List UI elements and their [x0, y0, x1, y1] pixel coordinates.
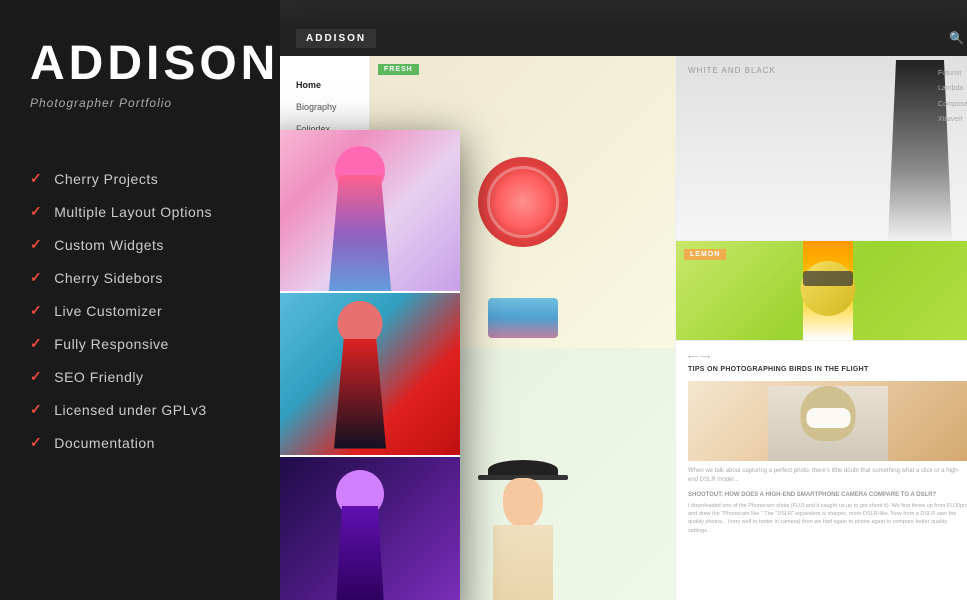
sim-nav-home[interactable]: Home [296, 76, 353, 94]
tag-fresh: FRESH [378, 64, 419, 75]
feature-item: ✓ Fully Responsive [30, 335, 250, 352]
sim-search-icon: 🔍 [949, 31, 964, 45]
feature-label: Documentation [54, 435, 155, 451]
wnb-title: WHITE AND BLACK [688, 66, 776, 75]
blog-title: TIPS ON PHOTOGRAPHING BIRDS IN THE FLIGH… [688, 365, 967, 375]
sim-nav-brand: ADDISON [296, 29, 376, 48]
sim-nav-biography[interactable]: Biography [296, 98, 353, 116]
feature-item: ✓ Cherry Projects [30, 170, 250, 187]
feature-label: Licensed under GPLv3 [54, 402, 206, 418]
feature-label: Cherry Sidebors [54, 270, 163, 286]
feature-label: Custom Widgets [54, 237, 164, 253]
feature-item: ✓ Custom Widgets [30, 236, 250, 253]
feature-item: ✓ Licensed under GPLv3 [30, 401, 250, 418]
check-icon: ✓ [30, 368, 42, 385]
tag-lemon: LEMON [684, 249, 726, 260]
logo-subtitle: Photographer Portfolio [30, 96, 250, 110]
feature-label: Fully Responsive [54, 336, 169, 352]
right-panel: ADDISON 🔍 Home Biography Foliodex Blog C… [280, 0, 967, 600]
left-panel: ADDISON Photographer Portfolio ✓ Cherry P… [0, 0, 280, 600]
blog-section: ⟵ ⟶ TIPS ON PHOTOGRAPHING BIRDS IN THE F… [676, 341, 967, 600]
secondary-img-3 [280, 457, 460, 600]
check-icon: ✓ [30, 269, 42, 286]
feature-label: SEO Friendly [54, 369, 143, 385]
check-icon: ✓ [30, 170, 42, 187]
secondary-img-1 [280, 130, 460, 293]
features-list: ✓ Cherry Projects ✓ Multiple Layout Options… [30, 170, 250, 467]
check-icon: ✓ [30, 203, 42, 220]
feature-item: ✓ Live Customizer [30, 302, 250, 319]
check-icon: ✓ [30, 434, 42, 451]
feature-item: ✓ Multiple Layout Options [30, 203, 250, 220]
blog-text: When we talk about capturing a perfect p… [688, 467, 967, 486]
sim-navbar: ADDISON 🔍 [280, 20, 967, 56]
port-col-right: WHITE AND BLACK Futurist Lambda Compose … [675, 56, 967, 600]
wnb-section: WHITE AND BLACK Futurist Lambda Compose … [676, 56, 967, 241]
browser-mockup-secondary [280, 130, 460, 600]
lemon-section: LEMON [676, 241, 967, 341]
check-icon: ✓ [30, 401, 42, 418]
logo-title: ADDISON [30, 40, 250, 88]
feature-item: ✓ Cherry Sidebors [30, 269, 250, 286]
check-icon: ✓ [30, 335, 42, 352]
feature-item: ✓ SEO Friendly [30, 368, 250, 385]
feature-label: Cherry Projects [54, 171, 158, 187]
secondary-img-2 [280, 293, 460, 456]
check-icon: ✓ [30, 302, 42, 319]
feature-item: ✓ Documentation [30, 434, 250, 451]
check-icon: ✓ [30, 236, 42, 253]
blog-image [688, 381, 967, 461]
feature-label: Multiple Layout Options [54, 204, 212, 220]
feature-label: Live Customizer [54, 303, 162, 319]
